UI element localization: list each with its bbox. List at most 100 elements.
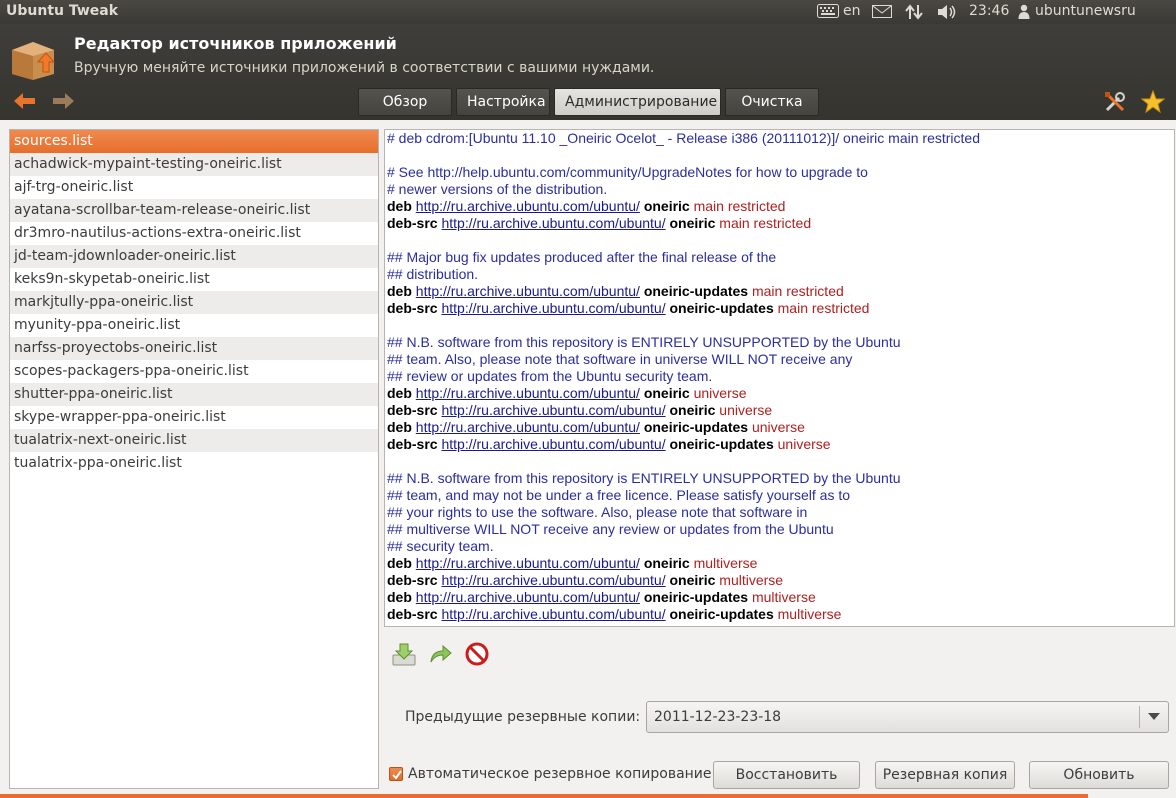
refresh-button[interactable]: Обновить [1029, 761, 1169, 789]
distribution: oneiric-updates [669, 606, 774, 622]
components: multiverse [777, 606, 842, 622]
editor-line: # deb cdrom:[Ubuntu 11.10 _Oneiric Ocelo… [387, 130, 1174, 147]
distribution: oneiric-updates [669, 436, 774, 452]
list-item[interactable]: sources.list [10, 130, 378, 153]
clock[interactable]: 23:46 [969, 3, 1009, 19]
cancel-icon[interactable] [465, 642, 489, 666]
keyboard-layout[interactable]: en [843, 3, 861, 19]
sources-text-editor[interactable]: # deb cdrom:[Ubuntu 11.10 _Oneiric Ocelo… [384, 129, 1175, 627]
network-icon[interactable] [905, 4, 923, 24]
source-type: deb [387, 283, 412, 299]
repo-url[interactable]: http://ru.archive.ubuntu.com/ubuntu/ [441, 606, 665, 622]
restore-button[interactable]: Восстановить [713, 761, 860, 789]
preferences-tools-icon[interactable] [1103, 90, 1127, 114]
repo-url[interactable]: http://ru.archive.ubuntu.com/ubuntu/ [416, 589, 640, 605]
source-type: deb-src [387, 402, 438, 418]
list-item[interactable]: dr3mro-nautilus-actions-extra-oneiric.li… [10, 222, 378, 245]
components: universe [777, 436, 831, 452]
repo-url[interactable]: http://ru.archive.ubuntu.com/ubuntu/ [416, 419, 640, 435]
source-type: deb [387, 419, 412, 435]
repo-url[interactable]: http://ru.archive.ubuntu.com/ubuntu/ [441, 402, 665, 418]
distribution: oneiric-updates [643, 589, 749, 605]
distribution: oneiric-updates [669, 300, 774, 316]
list-item[interactable]: narfss-proyectobs-oneiric.list [10, 337, 378, 360]
comment-text: ## review or updates from the Ubuntu sec… [387, 368, 713, 384]
distribution: oneiric [643, 555, 690, 571]
source-type: deb-src [387, 300, 438, 316]
components: main restricted [719, 215, 812, 231]
comment-text: ## N.B. software from this repository is… [387, 334, 901, 350]
editor-line: deb-src http://ru.archive.ubuntu.com/ubu… [387, 215, 1174, 232]
auto-backup-label[interactable]: Автоматическое резервное копирование [408, 766, 712, 782]
list-item[interactable]: ayatana-scrollbar-team-release-oneiric.l… [10, 199, 378, 222]
list-item[interactable]: tualatrix-ppa-oneiric.list [10, 452, 378, 475]
package-box-icon [10, 36, 56, 80]
tab-janitor[interactable]: Очистка [725, 88, 819, 116]
tab-admins[interactable]: Администрирование [554, 88, 721, 116]
auto-backup-checkbox[interactable] [389, 767, 403, 781]
editor-line: deb-src http://ru.archive.ubuntu.com/ubu… [387, 606, 1174, 623]
editor-line: ## N.B. software from this repository is… [387, 334, 1174, 351]
page-title: Редактор источников приложений [74, 34, 397, 53]
comment-text: ## Major bug fix updates produced after … [387, 249, 777, 265]
list-item[interactable]: shutter-ppa-oneiric.list [10, 383, 378, 406]
repo-url[interactable]: http://ru.archive.ubuntu.com/ubuntu/ [416, 555, 640, 571]
list-item[interactable]: jd-team-jdownloader-oneiric.list [10, 245, 378, 268]
distribution: oneiric [643, 385, 690, 401]
distribution: oneiric-updates [643, 419, 749, 435]
source-type: deb-src [387, 436, 438, 452]
user-name[interactable]: ubuntunewsru [1035, 3, 1136, 19]
app-name: Ubuntu Tweak [6, 3, 119, 19]
backup-button[interactable]: Резервная копия [875, 761, 1015, 789]
repo-url[interactable]: http://ru.archive.ubuntu.com/ubuntu/ [416, 283, 640, 299]
list-item[interactable]: achadwick-mypaint-testing-oneiric.list [10, 153, 378, 176]
source-type: deb [387, 385, 412, 401]
list-item[interactable]: scopes-packagers-ppa-oneiric.list [10, 360, 378, 383]
list-item[interactable]: tualatrix-next-oneiric.list [10, 429, 378, 452]
distribution: oneiric [643, 198, 690, 214]
editor-line: # See http://help.ubuntu.com/community/U… [387, 164, 1174, 181]
repo-url[interactable]: http://ru.archive.ubuntu.com/ubuntu/ [416, 198, 640, 214]
repo-url[interactable]: http://ru.archive.ubuntu.com/ubuntu/ [441, 215, 665, 231]
list-item[interactable]: skype-wrapper-ppa-oneiric.list [10, 406, 378, 429]
chevron-down-icon [1148, 713, 1160, 720]
editor-line: ## security team. [387, 538, 1174, 555]
backup-dropdown[interactable]: 2011-12-23-23-18 [646, 701, 1169, 733]
source-type: deb [387, 198, 412, 214]
editor-line: deb http://ru.archive.ubuntu.com/ubuntu/… [387, 589, 1174, 606]
star-icon[interactable] [1140, 89, 1166, 114]
user-icon[interactable] [1018, 4, 1030, 23]
comment-text: ## multiverse WILL NOT receive any revie… [387, 521, 834, 537]
components: multiverse [719, 572, 784, 588]
editor-line: deb http://ru.archive.ubuntu.com/ubuntu/… [387, 555, 1174, 572]
list-item[interactable]: markjtully-ppa-oneiric.list [10, 291, 378, 314]
source-file-list: sources.list achadwick-mypaint-testing-on… [9, 129, 379, 789]
editor-line: deb-src http://ru.archive.ubuntu.com/ubu… [387, 572, 1174, 589]
backup-list-label: Предыдущие резервные копии: [405, 709, 641, 725]
editor-line: deb http://ru.archive.ubuntu.com/ubuntu/… [387, 283, 1174, 300]
tab-overview[interactable]: Обзор [358, 88, 452, 116]
repo-url[interactable]: http://ru.archive.ubuntu.com/ubuntu/ [416, 385, 640, 401]
mail-icon[interactable] [872, 5, 892, 22]
components: multiverse [751, 589, 816, 605]
keyboard-icon[interactable] [817, 4, 839, 22]
comment-text: ## N.B. software from this repository is… [387, 470, 901, 486]
comment-text: ## team. Also, please note that software… [387, 351, 853, 367]
list-item[interactable]: ajf-trg-oneiric.list [10, 176, 378, 199]
list-item[interactable]: myunity-ppa-oneiric.list [10, 314, 378, 337]
editor-line: deb-src http://ru.archive.ubuntu.com/ubu… [387, 300, 1174, 317]
list-item[interactable]: keks9n-skypetab-oneiric.list [10, 268, 378, 291]
volume-icon[interactable] [937, 4, 957, 24]
save-download-icon[interactable] [392, 642, 416, 666]
distribution: oneiric [669, 572, 716, 588]
repo-url[interactable]: http://ru.archive.ubuntu.com/ubuntu/ [441, 436, 665, 452]
repo-url[interactable]: http://ru.archive.ubuntu.com/ubuntu/ [441, 300, 665, 316]
components: main restricted [777, 300, 870, 316]
forward-arrow-icon[interactable] [50, 90, 76, 112]
tab-tweaks[interactable]: Настройка [456, 88, 550, 116]
editor-line: ## your rights to use the software. Also… [387, 504, 1174, 521]
redo-arrow-icon[interactable] [429, 642, 453, 666]
repo-url[interactable]: http://ru.archive.ubuntu.com/ubuntu/ [441, 572, 665, 588]
comment-text: # deb cdrom:[Ubuntu 11.10 _Oneiric Ocelo… [387, 130, 980, 146]
back-arrow-icon[interactable] [12, 90, 38, 112]
